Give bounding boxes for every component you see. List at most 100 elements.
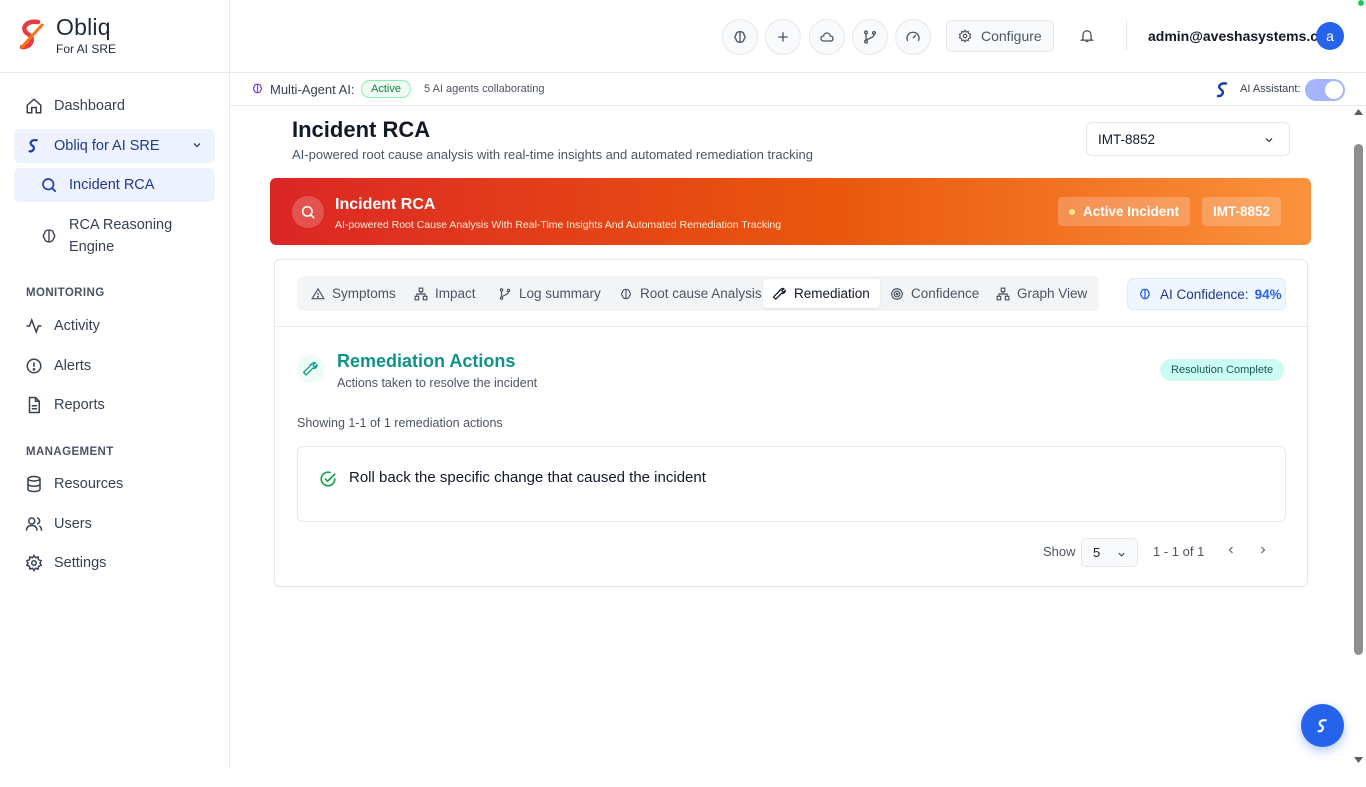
tab-label: Log summary [519, 286, 601, 301]
alert-circle-icon [24, 356, 44, 376]
cloud-icon [819, 29, 835, 45]
brand-logo[interactable]: Obliq For AI SRE [0, 0, 229, 73]
brain-icon [1138, 287, 1152, 301]
incident-select[interactable]: IMT-8852 [1086, 122, 1290, 156]
sidebar-item-label: RCA Reasoning Engine [69, 214, 172, 258]
multi-agent-bar: Multi-Agent AI: Active 5 AI agents colla… [230, 73, 1366, 106]
section-label-monitoring: MONITORING [26, 287, 105, 299]
tab-label: Symptoms [332, 286, 396, 301]
sidebar-item-label: Dashboard [54, 98, 125, 114]
database-icon [24, 474, 44, 494]
sidebar-item-dashboard[interactable]: Dashboard [14, 89, 215, 123]
obliq-icon [1215, 81, 1231, 99]
search-icon [292, 196, 324, 228]
ai-confidence-value: 94% [1254, 286, 1282, 302]
chevron-down-icon [1263, 134, 1275, 146]
gauge-button[interactable] [895, 19, 931, 55]
page-size-value: 5 [1093, 545, 1101, 560]
status-badge: Active [361, 80, 411, 98]
sidebar-item-reports[interactable]: Reports [14, 388, 215, 422]
brain-button[interactable] [722, 19, 758, 55]
target-icon [890, 287, 904, 301]
ai-confidence-label: AI Confidence: [1160, 286, 1249, 302]
tab-label: Remediation [794, 286, 870, 301]
tab-log-summary[interactable]: Log summary [498, 279, 601, 308]
brain-icon [251, 82, 264, 95]
gauge-icon [905, 29, 921, 45]
incident-select-value: IMT-8852 [1098, 131, 1156, 147]
results-count: Showing 1-1 of 1 remediation actions [297, 416, 503, 430]
user-email[interactable]: admin@aveshasystems.com [1148, 28, 1339, 44]
git-branch-icon [862, 29, 878, 45]
rca-engine-line2: Engine [69, 239, 115, 255]
wrench-icon [773, 287, 787, 301]
divider [275, 326, 1307, 327]
sidebar-group-obliq-sre[interactable]: Obliq for AI SRE [14, 129, 215, 163]
page-size-select[interactable]: 5 [1081, 538, 1138, 567]
sidebar-item-users[interactable]: Users [14, 507, 215, 541]
tab-graph-view[interactable]: Graph View [996, 279, 1087, 308]
chevron-right-icon[interactable] [1257, 544, 1269, 556]
ai-assistant-toggle[interactable] [1305, 79, 1345, 101]
sidebar-item-activity[interactable]: Activity [14, 309, 215, 343]
header-divider [1126, 20, 1127, 50]
sidebar-item-resources[interactable]: Resources [14, 467, 215, 501]
list-item: Roll back the specific change that cause… [297, 446, 1286, 522]
bell-icon[interactable] [1079, 27, 1095, 44]
sidebar: Obliq For AI SRE Dashboard Obliq for AI … [0, 0, 230, 768]
sidebar-item-incident-rca[interactable]: Incident RCA [14, 168, 215, 202]
chevron-down-icon [1116, 549, 1127, 560]
scroll-down-arrow-icon[interactable] [1353, 756, 1364, 764]
ai-confidence-badge: AI Confidence: 94% [1127, 278, 1286, 310]
add-button[interactable] [765, 19, 801, 55]
chevron-down-icon [191, 139, 203, 151]
plus-icon [775, 29, 791, 45]
configure-button[interactable]: Configure [946, 20, 1054, 52]
chevron-left-icon[interactable] [1225, 544, 1237, 556]
tab-label: Confidence [911, 286, 980, 301]
rca-tabs: Symptoms Impact Log summary Root cause A… [297, 276, 1099, 311]
brain-icon [39, 226, 59, 246]
sidebar-item-label: Settings [54, 555, 107, 571]
sidebar-item-label: Activity [54, 318, 100, 334]
obliq-icon [24, 136, 44, 156]
section-label-management: MANAGEMENT [26, 446, 114, 458]
tab-symptoms[interactable]: Symptoms [311, 279, 396, 308]
pager-range: 1 - 1 of 1 [1153, 544, 1205, 559]
sidebar-item-rca-engine[interactable]: RCA Reasoning Engine [14, 214, 215, 260]
incident-id-badge: IMT-8852 [1202, 197, 1282, 226]
sidebar-item-label: Resources [54, 476, 124, 492]
sidebar-item-alerts[interactable]: Alerts [14, 349, 215, 383]
tab-label: Impact [435, 286, 476, 301]
avatar[interactable]: a [1316, 22, 1344, 50]
file-text-icon [24, 395, 44, 415]
scrollbar-thumb[interactable] [1354, 144, 1363, 655]
tab-root-cause-analysis[interactable]: Root cause Analysis [619, 279, 762, 308]
git-branch-button[interactable] [852, 19, 888, 55]
page-title: Incident RCA [292, 117, 431, 142]
tab-impact[interactable]: Impact [414, 279, 476, 308]
brand-subtitle: For AI SRE [56, 42, 117, 56]
active-incident-label: Active Incident [1083, 204, 1180, 219]
wrench-icon [297, 355, 325, 383]
rca-engine-line1: RCA Reasoning [69, 217, 173, 233]
sidebar-item-label: Incident RCA [69, 177, 155, 193]
tab-remediation[interactable]: Remediation [763, 279, 880, 308]
action-text: Roll back the specific change that cause… [349, 469, 706, 486]
cloud-button[interactable] [809, 19, 845, 55]
check-circle-icon [319, 470, 337, 488]
obliq-logo-icon [16, 17, 48, 53]
scroll-up-arrow-icon[interactable] [1353, 108, 1364, 116]
activity-icon [24, 316, 44, 336]
tab-label: Graph View [1017, 286, 1088, 301]
sidebar-item-settings[interactable]: Settings [14, 546, 215, 580]
multi-agent-label: Multi-Agent AI: [270, 82, 355, 97]
sidebar-item-label: Alerts [54, 358, 92, 374]
tab-confidence[interactable]: Confidence [890, 279, 979, 308]
ai-assistant-button[interactable] [1301, 704, 1344, 747]
resolution-badge: Resolution Complete [1160, 359, 1285, 381]
home-icon [24, 96, 44, 116]
pager-show-label: Show [1043, 544, 1076, 559]
sidebar-item-label: Obliq for AI SRE [54, 138, 160, 154]
network-icon [414, 287, 428, 301]
